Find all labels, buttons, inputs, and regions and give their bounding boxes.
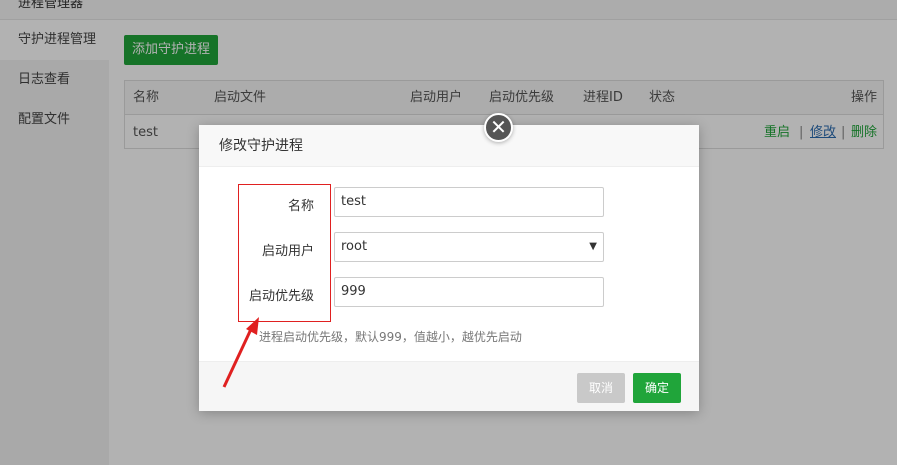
dialog-header: 修改守护进程 xyxy=(199,125,699,167)
chevron-down-icon: ▼ xyxy=(589,241,597,252)
annotation-highlight-box xyxy=(238,184,331,322)
annotation-arrow-icon xyxy=(222,317,259,388)
priority-hint: 进程启动优先级，默认999，值越小，越优先启动 xyxy=(259,330,522,344)
name-field[interactable]: test xyxy=(334,187,604,217)
close-icon[interactable]: ✕ xyxy=(484,113,513,142)
user-select-value: root xyxy=(341,239,368,254)
cancel-button[interactable]: 取消 xyxy=(577,373,625,403)
user-select[interactable]: root ▼ xyxy=(334,232,604,262)
confirm-button[interactable]: 确定 xyxy=(633,373,681,403)
dialog-footer: 取消 确定 xyxy=(199,361,699,411)
priority-field[interactable]: 999 xyxy=(334,277,604,307)
dialog-title: 修改守护进程 xyxy=(219,138,303,154)
